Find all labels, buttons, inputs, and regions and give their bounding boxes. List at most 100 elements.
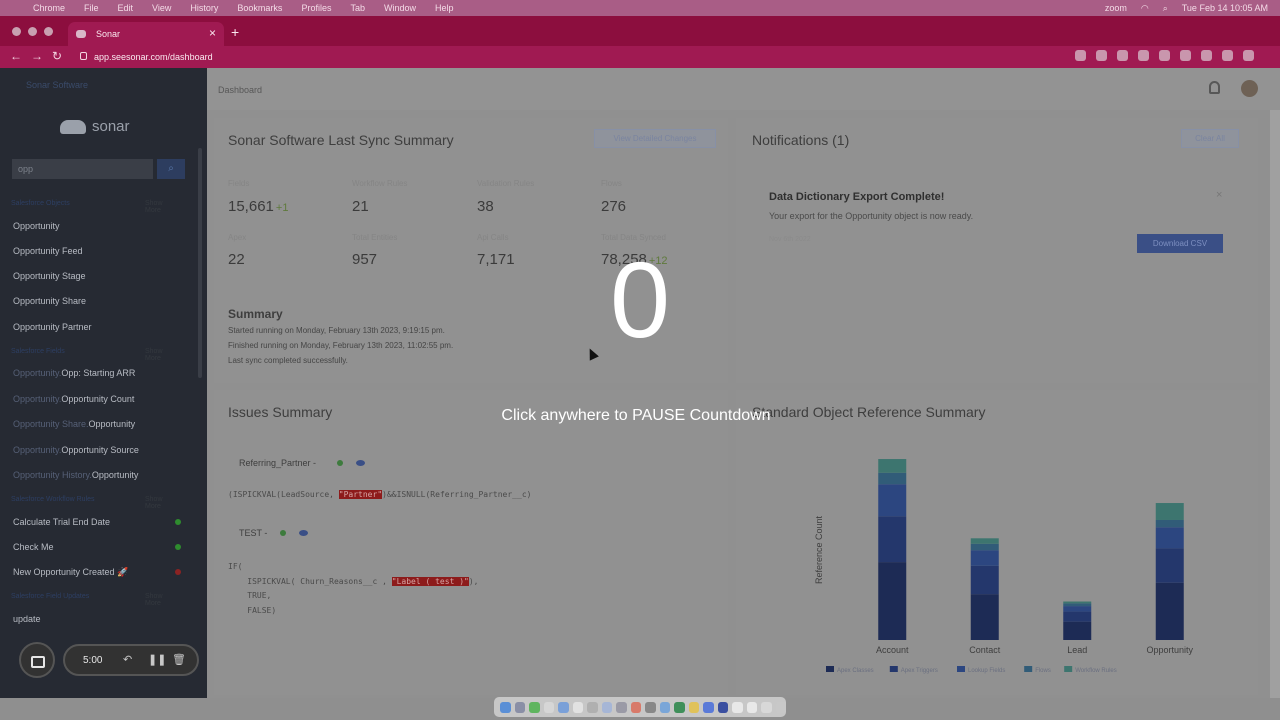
preview-icon[interactable] — [601, 701, 612, 713]
bar-segment[interactable] — [878, 484, 907, 517]
legend-label[interactable]: Workflow Rules — [1075, 668, 1117, 674]
page-scrollbar[interactable] — [1270, 110, 1280, 698]
show-more-objects[interactable]: Show More — [145, 200, 163, 214]
bar-segment[interactable] — [970, 550, 999, 566]
menu-chrome[interactable]: Chrome — [33, 3, 65, 13]
menu-tab[interactable]: Tab — [350, 3, 365, 13]
bar-segment[interactable] — [1155, 582, 1184, 640]
pause-countdown-message[interactable]: Click anywhere to PAUSE Countdown — [0, 407, 1272, 425]
breadcrumb[interactable]: Dashboard — [218, 85, 262, 95]
sidebar-item-opportunity-stage[interactable]: Opportunity Stage — [13, 271, 86, 281]
bar-segment[interactable] — [970, 538, 999, 544]
finder-icon[interactable] — [500, 701, 511, 713]
legend-swatch[interactable] — [1064, 666, 1073, 672]
legend-swatch[interactable] — [889, 666, 898, 672]
browser-tab-sonar[interactable]: Sonar × — [68, 22, 224, 46]
bar-segment[interactable] — [1155, 527, 1184, 549]
trash-icon[interactable] — [775, 701, 786, 713]
pause-icon[interactable]: ❚❚ — [148, 653, 166, 666]
bar-segment[interactable] — [970, 543, 999, 551]
chrome-menu-icon[interactable] — [1243, 50, 1254, 61]
menu-bookmarks[interactable]: Bookmarks — [237, 3, 282, 13]
sidebar-field-item[interactable]: Opportunity History.Opportunity — [13, 470, 138, 480]
address-bar[interactable]: app.seesonar.com/dashboard — [72, 47, 1052, 66]
menu-edit[interactable]: Edit — [118, 3, 134, 13]
legend-swatch[interactable] — [1024, 666, 1033, 672]
sidebar-search-input[interactable]: opp — [12, 159, 153, 179]
app-icon[interactable] — [717, 701, 728, 713]
download-csv-button[interactable]: Download CSV — [1137, 234, 1223, 253]
tab-close-icon[interactable]: × — [209, 26, 216, 40]
view-detailed-changes-button[interactable]: View Detailed Changes — [594, 129, 716, 148]
new-tab-button[interactable]: + — [231, 24, 239, 40]
comment-icon[interactable] — [299, 530, 308, 536]
extension-icon[interactable] — [1138, 50, 1149, 61]
search-button[interactable]: ⌕ — [157, 159, 185, 179]
sidebar-item-update[interactable]: update — [13, 614, 41, 624]
sidebar-field-item[interactable]: Opportunity.Opportunity Source — [13, 445, 139, 455]
downloads-icon[interactable] — [761, 701, 772, 713]
org-switcher[interactable]: Sonar Software — [26, 80, 88, 90]
close-window-icon[interactable] — [12, 27, 21, 36]
menu-profiles[interactable]: Profiles — [301, 3, 331, 13]
minimize-window-icon[interactable] — [28, 27, 37, 36]
bar-segment[interactable] — [970, 594, 999, 640]
bar-segment[interactable] — [970, 565, 999, 595]
share-icon[interactable] — [1096, 50, 1107, 61]
app-icon[interactable] — [630, 701, 641, 713]
clock[interactable]: Tue Feb 14 10:05 AM — [1182, 3, 1268, 13]
menu-file[interactable]: File — [84, 3, 99, 13]
legend-swatch[interactable] — [826, 666, 834, 672]
search-icon[interactable]: ⌕ — [1163, 3, 1168, 14]
sidebar-field-item[interactable]: Opportunity.Opp: Starting ARR — [13, 368, 135, 378]
zoom-app-icon[interactable] — [659, 701, 670, 713]
menu-help[interactable]: Help — [435, 3, 454, 13]
mail-icon[interactable] — [558, 701, 569, 713]
app-icon[interactable] — [616, 701, 627, 713]
issue-name[interactable]: Referring_Partner - — [239, 458, 316, 468]
lock-icon[interactable] — [80, 52, 87, 60]
show-more-workflow[interactable]: Show More — [145, 496, 163, 510]
legend-swatch[interactable] — [957, 666, 965, 672]
finder-window-icon[interactable] — [587, 701, 598, 713]
launchpad-icon[interactable] — [514, 701, 525, 713]
sidebar-item-opportunity[interactable]: Opportunity — [13, 221, 60, 231]
sidepanel-icon[interactable] — [1201, 50, 1212, 61]
zoom-window-icon[interactable] — [44, 27, 53, 36]
sidebar-item-opportunity-share[interactable]: Opportunity Share — [13, 296, 86, 306]
bar-segment[interactable] — [878, 562, 907, 640]
avatar[interactable] — [1241, 80, 1258, 97]
bar-segment[interactable] — [1063, 606, 1092, 612]
menu-history[interactable]: History — [190, 3, 218, 13]
legend-label[interactable]: Apex Triggers — [901, 668, 938, 674]
bar-segment[interactable] — [878, 516, 907, 563]
bell-icon[interactable] — [1209, 81, 1220, 94]
puzzle-extensions-icon[interactable] — [1180, 50, 1191, 61]
profile-avatar-icon[interactable] — [1222, 50, 1233, 61]
sidebar-field-item[interactable]: Opportunity.Opportunity Count — [13, 394, 134, 404]
menu-window[interactable]: Window — [384, 3, 416, 13]
bar-segment[interactable] — [878, 459, 907, 473]
clear-all-button[interactable]: Clear All — [1181, 129, 1239, 148]
camera-extension-icon[interactable] — [1075, 50, 1086, 61]
calendar-icon[interactable] — [543, 701, 554, 713]
forward-arrow-icon[interactable]: → — [31, 49, 43, 63]
reload-icon[interactable]: ↻ — [52, 49, 62, 63]
menu-view[interactable]: View — [152, 3, 171, 13]
legend-label[interactable]: Apex Classes — [837, 668, 874, 674]
back-arrow-icon[interactable]: ← — [10, 49, 22, 63]
bar-segment[interactable] — [1155, 548, 1184, 583]
bar-segment[interactable] — [1063, 621, 1092, 640]
bar-segment[interactable] — [878, 472, 907, 485]
show-more-updates[interactable]: Show More — [145, 593, 163, 607]
bar-segment[interactable] — [1063, 611, 1092, 622]
sidebar-item-opportunity-partner[interactable]: Opportunity Partner — [13, 322, 92, 332]
show-more-fields[interactable]: Show More — [145, 348, 163, 362]
document-icon[interactable] — [746, 701, 757, 713]
legend-label[interactable]: Flows — [1035, 668, 1051, 674]
sidebar-item-calculate-trial-end-date[interactable]: Calculate Trial End Date — [13, 517, 110, 527]
sidebar-item-check-me[interactable]: Check Me — [13, 542, 54, 552]
app-icon[interactable] — [703, 701, 714, 713]
settings-icon[interactable] — [645, 701, 656, 713]
zoom-status[interactable]: zoom — [1105, 3, 1127, 13]
